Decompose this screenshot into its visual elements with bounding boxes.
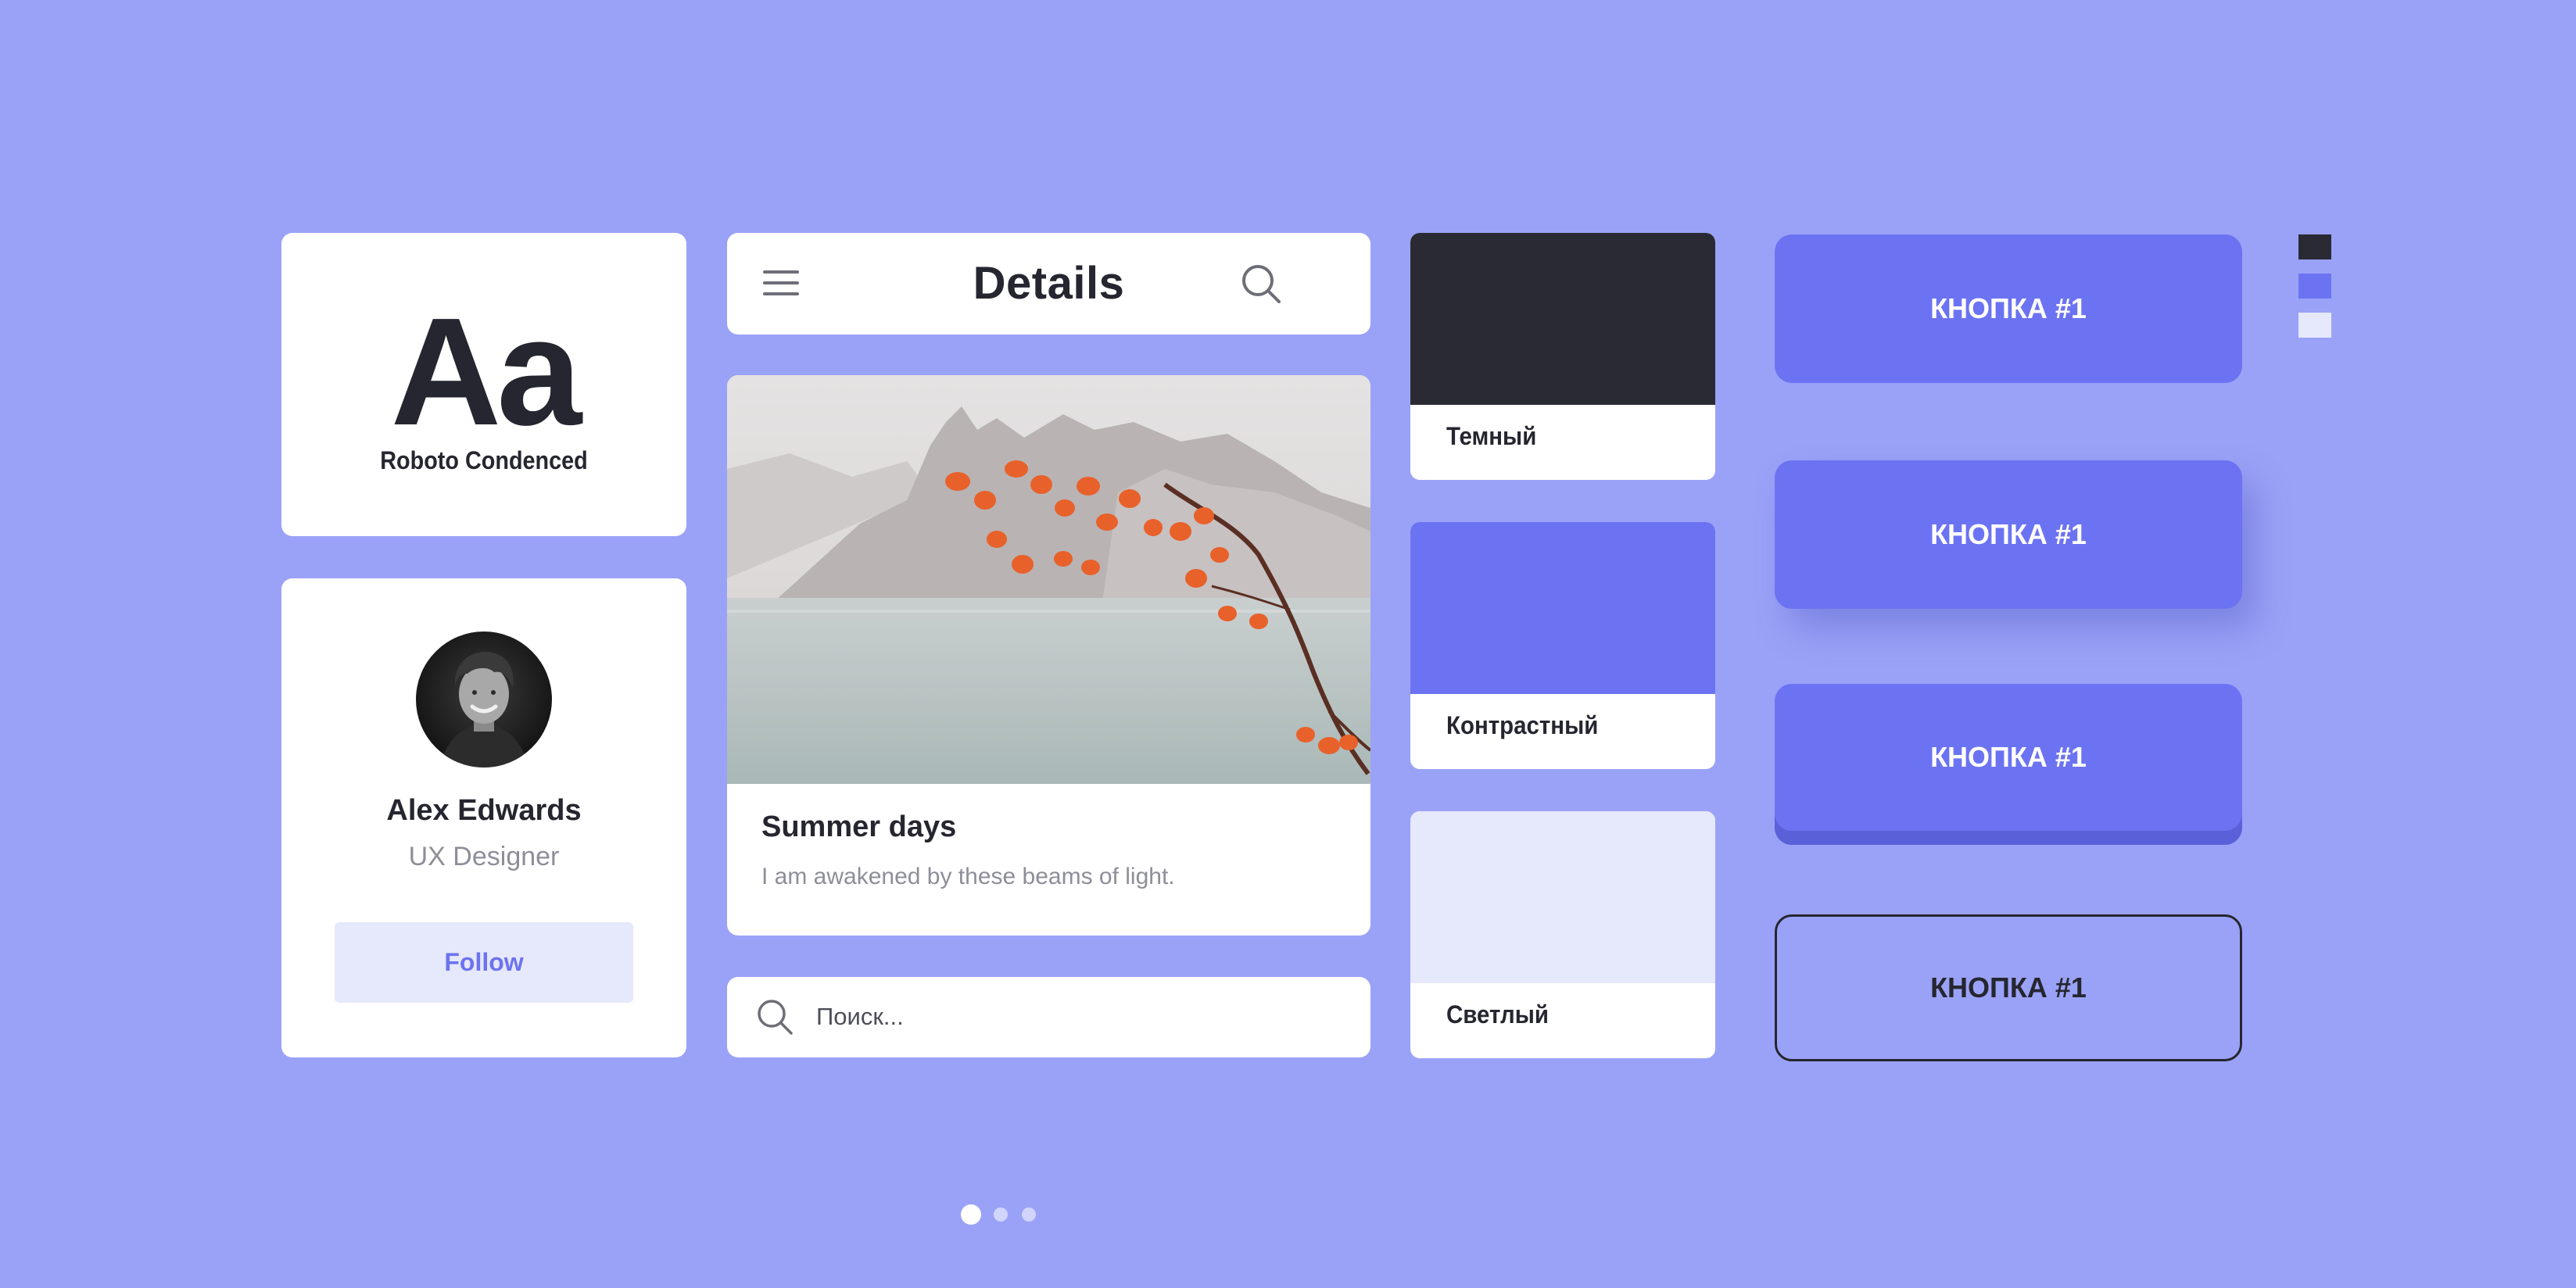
pagination-dot-active[interactable]: [961, 1204, 981, 1225]
search-input[interactable]: [816, 993, 1332, 1041]
follow-button[interactable]: Follow: [335, 922, 633, 1003]
search-bar: [727, 977, 1370, 1057]
swatch-dark-label: Темный: [1446, 422, 1537, 450]
profile-role: UX Designer: [408, 842, 560, 871]
swatch-light-fill: [1410, 811, 1715, 983]
search-icon[interactable]: [1240, 263, 1282, 305]
profile-name: Alex Edwards: [386, 794, 582, 827]
swatch-dark: Темный: [1410, 233, 1715, 480]
person-photo-icon: [439, 652, 528, 767]
pagination-dot[interactable]: [1022, 1208, 1036, 1222]
swatch-light: Светлый: [1410, 811, 1715, 1058]
typography-sample: Aa: [390, 286, 582, 457]
button-shadow[interactable]: КНОПКА #1: [1775, 460, 2242, 609]
pagination-dot[interactable]: [994, 1208, 1008, 1222]
avatar: [416, 631, 552, 767]
landscape-photo: [727, 375, 1370, 784]
palette-accent-square: [2298, 274, 2331, 299]
typography-card: Aa Roboto Condenced: [281, 233, 686, 536]
swatch-contrast-label: Контрастный: [1446, 711, 1599, 739]
details-header: Details: [727, 233, 1370, 335]
palette-dark-square: [2298, 234, 2331, 259]
swatch-light-label: Светлый: [1446, 1000, 1549, 1029]
article-description: I am awakened by these beams of light.: [761, 864, 1175, 889]
profile-card: Alex Edwards UX Designer Follow: [281, 578, 686, 1057]
palette-light-square: [2298, 313, 2331, 338]
button-3d[interactable]: КНОПКА #1: [1775, 684, 2242, 845]
button-filled[interactable]: КНОПКА #1: [1775, 234, 2242, 383]
button-outline[interactable]: КНОПКА #1: [1775, 914, 2242, 1061]
swatch-contrast-fill: [1410, 522, 1715, 694]
swatch-contrast: Контрастный: [1410, 522, 1715, 769]
font-name-label: Roboto Condenced: [380, 446, 588, 474]
article-title: Summer days: [761, 810, 957, 843]
article-card[interactable]: Summer days I am awakened by these beams…: [727, 375, 1370, 936]
swatch-dark-fill: [1410, 233, 1715, 405]
search-icon: [758, 1000, 793, 1035]
